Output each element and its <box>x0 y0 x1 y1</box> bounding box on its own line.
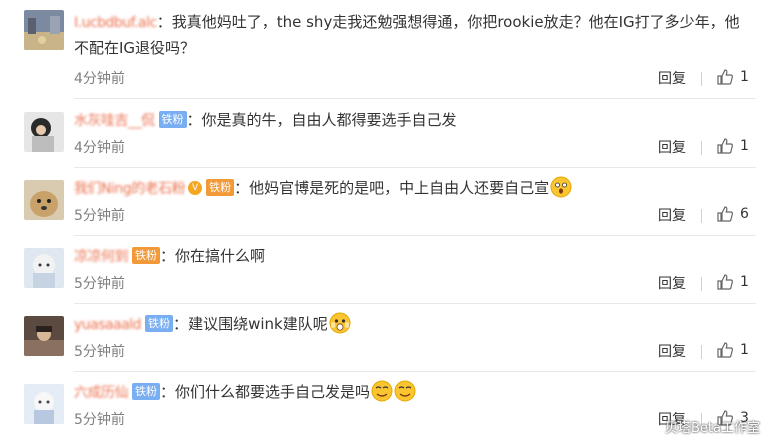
colon: ： <box>156 13 172 31</box>
colon: ： <box>160 383 176 401</box>
comment-time: 5分钟前 <box>74 208 125 224</box>
avatar[interactable] <box>24 384 64 424</box>
dizzy-emoji-icon <box>394 380 416 402</box>
comment-body: 水灰哇吉__侃 铁粉 ：你是真的牛，自由人都得要选手自己发 <box>74 108 750 134</box>
comment-text: 你们什么都要选手自己发是吗 <box>175 383 371 401</box>
comment-body: I.ucbdbuf.alc：我真他妈吐了，the shy走我还勉强想得通，你把r… <box>74 10 750 61</box>
comment-text: 他妈官博是死的是吧，中上自由人还要自己宣 <box>249 179 550 197</box>
like-count: 1 <box>740 138 749 154</box>
colon: ： <box>234 179 250 197</box>
comment-text: 你是真的牛，自由人都得要选手自己发 <box>201 111 457 129</box>
dizzy-emoji-icon <box>371 380 393 402</box>
avatar[interactable] <box>24 10 64 50</box>
action-divider <box>701 209 702 223</box>
reply-button[interactable]: 回复 <box>658 68 686 88</box>
colon: ： <box>186 111 202 129</box>
avatar[interactable] <box>24 112 64 152</box>
comment-body: yuasaaald 铁粉 ：建议围绕wink建队呢 <box>74 312 750 338</box>
action-divider <box>701 345 702 359</box>
avatar[interactable] <box>24 248 64 288</box>
like-button[interactable]: 1 <box>716 273 749 291</box>
shocked-emoji-icon <box>550 176 572 198</box>
comment-time: 5分钟前 <box>74 344 125 360</box>
username-link[interactable]: 凉凉何到 <box>74 249 129 265</box>
colon: ： <box>160 247 176 265</box>
username-link[interactable]: 六成历仙 <box>74 385 129 401</box>
scared-emoji-icon <box>329 312 351 334</box>
comment-body: 六成历仙 铁粉 ：你们什么都要选手自己发是吗 <box>74 380 750 406</box>
reply-button[interactable]: 回复 <box>658 341 686 361</box>
like-button[interactable]: 1 <box>716 137 749 155</box>
verified-icon: V <box>188 180 203 195</box>
action-divider <box>701 141 702 155</box>
comment-body: 我们Ning的老石粉 V 铁粉 ：他妈官博是死的是吧，中上自由人还要自己宣 <box>74 176 750 202</box>
like-count: 1 <box>740 342 749 358</box>
colon: ： <box>173 315 189 333</box>
fan-badge: 铁粉 <box>206 179 235 196</box>
like-count: 1 <box>740 69 749 85</box>
watermark: 贝塔Beta工作室 <box>665 421 760 436</box>
thumbs-up-icon <box>717 69 733 85</box>
comment-text: 我真他妈吐了，the shy走我还勉强想得通，你把rookie放走？他在IG打了… <box>74 13 740 57</box>
fan-badge: 铁粉 <box>145 315 174 332</box>
reply-button[interactable]: 回复 <box>658 205 686 225</box>
fan-badge: 铁粉 <box>132 383 160 400</box>
like-button[interactable]: 1 <box>716 341 749 359</box>
avatar[interactable] <box>24 316 64 356</box>
reply-button[interactable]: 回复 <box>658 273 686 293</box>
avatar[interactable] <box>24 180 64 220</box>
username-link[interactable]: yuasaaald <box>74 317 142 333</box>
divider <box>74 235 756 236</box>
like-button[interactable]: 1 <box>716 68 749 86</box>
reply-button[interactable]: 回复 <box>658 137 686 157</box>
comment-time: 5分钟前 <box>74 412 125 428</box>
username-link[interactable]: I.ucbdbuf.alc <box>74 15 157 31</box>
comment-text: 建议围绕wink建队呢 <box>188 315 328 333</box>
divider <box>74 303 756 304</box>
divider <box>74 371 756 372</box>
action-divider <box>701 72 702 86</box>
comment-text: 你在搞什么啊 <box>175 247 266 265</box>
like-count: 1 <box>740 274 749 290</box>
username-link[interactable]: 水灰哇吉__侃 <box>74 113 155 129</box>
fan-badge: 铁粉 <box>158 111 187 128</box>
thumbs-up-icon <box>717 206 733 222</box>
thumbs-up-icon <box>717 138 733 154</box>
divider <box>74 98 756 99</box>
fan-badge: 铁粉 <box>132 247 160 264</box>
like-count: 6 <box>740 206 749 222</box>
comment-time: 5分钟前 <box>74 276 125 292</box>
comment-time: 4分钟前 <box>74 71 125 87</box>
action-divider <box>701 277 702 291</box>
comment-body: 凉凉何到 铁粉 ：你在搞什么啊 <box>74 244 750 270</box>
comment-time: 4分钟前 <box>74 140 125 156</box>
thumbs-up-icon <box>717 342 733 358</box>
thumbs-up-icon <box>717 274 733 290</box>
divider <box>74 167 756 168</box>
username-link[interactable]: 我们Ning的老石粉 <box>74 181 186 197</box>
like-button[interactable]: 6 <box>716 205 749 223</box>
